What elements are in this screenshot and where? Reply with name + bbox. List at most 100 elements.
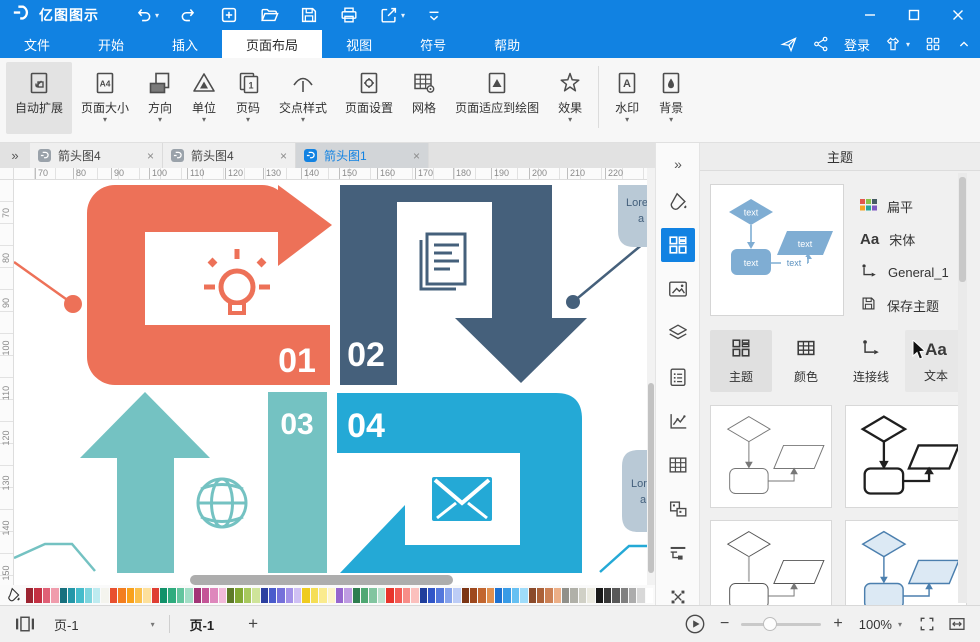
maximize-button[interactable] bbox=[892, 0, 936, 30]
format-fill-icon[interactable] bbox=[661, 185, 695, 219]
drawing-canvas[interactable]: 01 02 bbox=[14, 180, 647, 585]
page-tab[interactable]: 页-1 bbox=[190, 615, 215, 634]
palette-swatch[interactable] bbox=[420, 588, 427, 603]
palette-swatch[interactable] bbox=[386, 588, 393, 603]
palette-swatch[interactable] bbox=[336, 588, 343, 603]
notes-panel-icon[interactable] bbox=[661, 360, 695, 394]
palette-swatch[interactable] bbox=[235, 588, 242, 603]
tab-close-icon[interactable]: × bbox=[413, 149, 420, 163]
doc-tab-1[interactable]: 箭头图4 × bbox=[30, 143, 163, 168]
theme-skin-icon[interactable]: ▾ bbox=[884, 35, 910, 53]
zoom-in-button[interactable]: + bbox=[833, 615, 842, 633]
palette-swatch[interactable] bbox=[68, 588, 75, 603]
fullscreen-button[interactable] bbox=[918, 615, 936, 633]
tab-close-icon[interactable]: × bbox=[147, 149, 154, 163]
zoom-slider[interactable] bbox=[741, 623, 821, 626]
callout-line-2[interactable] bbox=[573, 238, 647, 302]
palette-swatch[interactable] bbox=[453, 588, 460, 603]
palette-swatch[interactable] bbox=[411, 588, 418, 603]
palette-swatch[interactable] bbox=[60, 588, 67, 603]
menu-insert[interactable]: 插入 bbox=[148, 30, 222, 58]
menu-home[interactable]: 开始 bbox=[74, 30, 148, 58]
panel-expand-icon[interactable]: » bbox=[661, 147, 695, 181]
palette-swatch[interactable] bbox=[470, 588, 477, 603]
panel-tab-colors[interactable]: 颜色 bbox=[775, 330, 837, 392]
palette-swatch[interactable] bbox=[135, 588, 142, 603]
palette-swatch[interactable] bbox=[168, 588, 175, 603]
palette-swatch[interactable] bbox=[612, 588, 619, 603]
theme-skin-caret[interactable]: ▾ bbox=[906, 40, 910, 49]
palette-swatch[interactable] bbox=[570, 588, 577, 603]
send-feedback-icon[interactable] bbox=[780, 35, 798, 53]
palette-swatch[interactable] bbox=[637, 588, 644, 603]
palette-swatch[interactable] bbox=[646, 588, 653, 603]
palette-swatch[interactable] bbox=[26, 588, 33, 603]
ribbon-page-setup-button[interactable]: 页面设置 bbox=[336, 62, 402, 134]
palette-swatch[interactable] bbox=[160, 588, 167, 603]
add-page-button[interactable]: + bbox=[248, 614, 258, 634]
fill-color-bucket-icon[interactable] bbox=[0, 587, 26, 603]
palette-swatch[interactable] bbox=[302, 588, 309, 603]
palette-swatch[interactable] bbox=[353, 588, 360, 603]
export-button[interactable]: ▾ bbox=[371, 2, 413, 28]
doc-tab-2[interactable]: 箭头图4 × bbox=[163, 143, 296, 168]
palette-swatch[interactable] bbox=[361, 588, 368, 603]
palette-swatch[interactable] bbox=[252, 588, 259, 603]
palette-swatch[interactable] bbox=[395, 588, 402, 603]
palette-swatch[interactable] bbox=[462, 588, 469, 603]
horizontal-scrollbar-thumb[interactable] bbox=[190, 575, 453, 585]
ribbon-orientation-button[interactable]: 方向▾ bbox=[138, 62, 182, 134]
minimize-button[interactable] bbox=[848, 0, 892, 30]
theme-thumbnail-3[interactable] bbox=[710, 520, 832, 605]
vertical-scrollbar-thumb[interactable] bbox=[648, 383, 654, 573]
tab-list-expand-icon[interactable]: » bbox=[0, 143, 30, 168]
palette-swatch[interactable] bbox=[76, 588, 83, 603]
menu-page-layout[interactable]: 页面布局 bbox=[222, 30, 322, 58]
page-selector-caret[interactable]: ▾ bbox=[151, 620, 155, 629]
palette-swatch[interactable] bbox=[554, 588, 561, 603]
ribbon-grid-button[interactable]: 网格 bbox=[402, 62, 446, 134]
callout-box-1[interactable]: Lore a bbox=[618, 185, 647, 247]
ribbon-auto-expand-button[interactable]: 自动扩展 bbox=[6, 62, 72, 134]
palette-swatch[interactable] bbox=[319, 588, 326, 603]
palette-swatch[interactable] bbox=[520, 588, 527, 603]
zoom-slider-thumb[interactable] bbox=[763, 617, 777, 631]
fit-width-button[interactable] bbox=[948, 615, 966, 633]
palette-swatch[interactable] bbox=[328, 588, 335, 603]
callout-line-1[interactable] bbox=[14, 262, 73, 304]
palette-swatch[interactable] bbox=[378, 588, 385, 603]
canvas-shape-step1[interactable]: 01 bbox=[14, 185, 332, 385]
ribbon-page-number-button[interactable]: 1 页码▾ bbox=[226, 62, 270, 134]
palette-swatch[interactable] bbox=[436, 588, 443, 603]
panel-scrollbar[interactable] bbox=[958, 173, 967, 603]
canvas-shape-step4[interactable]: 04 bbox=[337, 393, 647, 573]
palette-swatch[interactable] bbox=[219, 588, 226, 603]
redo-button[interactable] bbox=[171, 2, 207, 28]
palette-swatch[interactable] bbox=[43, 588, 50, 603]
ribbon-page-size-button[interactable]: A4 页面大小▾ bbox=[72, 62, 138, 134]
open-file-button[interactable] bbox=[251, 2, 287, 28]
palette-swatch[interactable] bbox=[194, 588, 201, 603]
palette-swatch[interactable] bbox=[562, 588, 569, 603]
vertical-scrollbar[interactable] bbox=[647, 168, 655, 585]
palette-swatch[interactable] bbox=[587, 588, 594, 603]
palette-swatch[interactable] bbox=[537, 588, 544, 603]
palette-swatch[interactable] bbox=[529, 588, 536, 603]
palette-swatch[interactable] bbox=[478, 588, 485, 603]
image-panel-icon[interactable] bbox=[661, 272, 695, 306]
palette-swatch[interactable] bbox=[286, 588, 293, 603]
collapse-ribbon-chevron-icon[interactable] bbox=[956, 36, 972, 52]
palette-swatch[interactable] bbox=[152, 588, 159, 603]
palette-swatch[interactable] bbox=[294, 588, 301, 603]
collapse-toolbar-button[interactable] bbox=[417, 2, 451, 28]
blocks-panel-icon[interactable] bbox=[661, 492, 695, 526]
canvas-shape-step3[interactable]: 03 bbox=[14, 392, 327, 573]
palette-swatch[interactable] bbox=[579, 588, 586, 603]
palette-swatch[interactable] bbox=[445, 588, 452, 603]
export-dropdown-caret[interactable]: ▾ bbox=[401, 11, 405, 20]
ribbon-intersection-style-button[interactable]: 交点样式▾ bbox=[270, 62, 336, 134]
palette-swatch[interactable] bbox=[621, 588, 628, 603]
page-view-icon[interactable] bbox=[14, 615, 36, 633]
tab-close-icon[interactable]: × bbox=[280, 149, 287, 163]
ribbon-units-button[interactable]: 单位▾ bbox=[182, 62, 226, 134]
